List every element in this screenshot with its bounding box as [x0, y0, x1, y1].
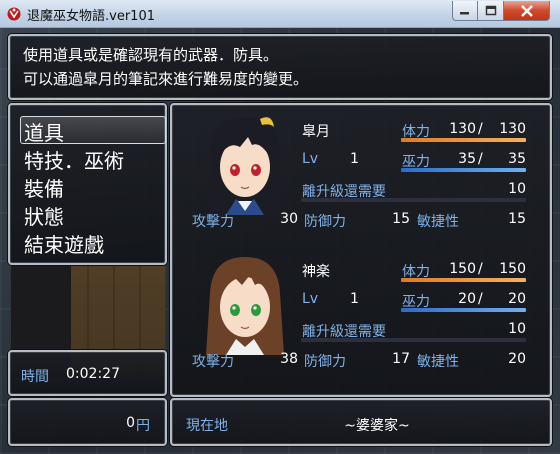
actor2-mp-value: 20	[458, 291, 476, 307]
gold-unit: 円	[136, 418, 150, 434]
actor2-exp-value: 10	[508, 321, 526, 337]
actor1-mp-label: 巫力	[402, 154, 430, 170]
actor1-mhp-value: 130	[499, 121, 526, 137]
actor1-lv-label: Lv	[302, 151, 319, 167]
maximize-button[interactable]	[478, 1, 504, 21]
menu-item-skills[interactable]: 特技．巫術	[24, 145, 124, 174]
playtime-window: 時間 0:02:27	[8, 350, 167, 396]
gold-value: 0	[126, 415, 135, 431]
help-line-2: 可以通過皐月的筆記來進行難易度的變更。	[23, 70, 309, 88]
actor2-atk-label: 攻擊力	[192, 354, 234, 370]
minimize-button[interactable]	[452, 1, 478, 21]
actor2-hp-label: 体力	[402, 264, 430, 280]
location-value: ~婆婆家~	[344, 418, 410, 434]
menu-item-end-game[interactable]: 結束遊戲	[24, 229, 104, 258]
close-button[interactable]	[504, 1, 550, 21]
actor2-lv-value: 1	[350, 291, 359, 307]
playtime-label: 時間	[21, 369, 49, 385]
window-titlebar: 退魔巫女物語.ver101	[0, 0, 560, 28]
status-window: 皐月 Lv 1 体力 130 / 130 巫力 35 / 35 離升級還需要 1…	[170, 103, 552, 397]
actor1-agi-value: 15	[508, 211, 526, 227]
actor1-exp-value: 10	[508, 181, 526, 197]
actor1-hp-label: 体力	[402, 124, 430, 140]
actor2-agi-label: 敏捷性	[417, 354, 459, 370]
menu-item-equip[interactable]: 裝備	[24, 173, 64, 202]
actor1-mp-slash: /	[478, 151, 483, 167]
actor2-hp-value: 150	[449, 261, 476, 277]
maximize-icon	[485, 5, 496, 16]
actor2-atk-value: 38	[280, 351, 298, 367]
actor1-exp-label: 離升級還需要	[302, 184, 386, 200]
location-window: 現在地 ~婆婆家~	[170, 398, 552, 446]
actor1-lv-value: 1	[350, 151, 359, 167]
actor1-name: 皐月	[302, 124, 330, 140]
actor1-hp-value: 130	[449, 121, 476, 137]
actor1-def-value: 15	[392, 211, 410, 227]
actor2-mhp-value: 150	[499, 261, 526, 277]
actor2-name: 神楽	[302, 264, 330, 280]
actor2-exp-label: 離升級還需要	[302, 324, 386, 340]
actor1-mmp-value: 35	[508, 151, 526, 167]
actor1-atk-label: 攻擊力	[192, 214, 234, 230]
actor2-def-value: 17	[392, 351, 410, 367]
actor1-def-label: 防御力	[304, 214, 346, 230]
actor2-mmp-value: 20	[508, 291, 526, 307]
actor1-hp-slash: /	[478, 121, 483, 137]
menu-item-status[interactable]: 狀態	[24, 201, 64, 230]
location-label: 現在地	[186, 418, 228, 434]
minimize-icon	[460, 11, 469, 14]
window-title: 退魔巫女物語.ver101	[27, 9, 155, 24]
command-menu: 道具 特技．巫術 裝備 狀態 結束遊戲	[8, 103, 167, 265]
actor-face-kagura	[206, 257, 284, 355]
playtime-value: 0:02:27	[66, 366, 120, 382]
actor2-def-label: 防御力	[304, 354, 346, 370]
close-icon	[520, 4, 533, 17]
actor2-lv-label: Lv	[302, 291, 319, 307]
actor2-hp-slash: /	[478, 261, 483, 277]
app-icon	[7, 7, 21, 21]
gold-window: 0 円	[8, 398, 167, 446]
actor1-agi-label: 敏捷性	[417, 214, 459, 230]
actor-face-satsuki	[210, 117, 280, 215]
game-screen: 使用道具或是確認現有的武器．防具。 可以通過皐月的筆記來進行難易度的變更。 道具…	[0, 28, 560, 454]
actor2-mp-label: 巫力	[402, 294, 430, 310]
actor2-mp-slash: /	[478, 291, 483, 307]
actor1-mp-value: 35	[458, 151, 476, 167]
help-window: 使用道具或是確認現有的武器．防具。 可以通過皐月的筆記來進行難易度的變更。	[8, 34, 552, 100]
actor1-atk-value: 30	[280, 211, 298, 227]
menu-item-items[interactable]: 道具	[24, 117, 64, 146]
actor2-agi-value: 20	[508, 351, 526, 367]
help-line-1: 使用道具或是確認現有的武器．防具。	[23, 46, 279, 64]
